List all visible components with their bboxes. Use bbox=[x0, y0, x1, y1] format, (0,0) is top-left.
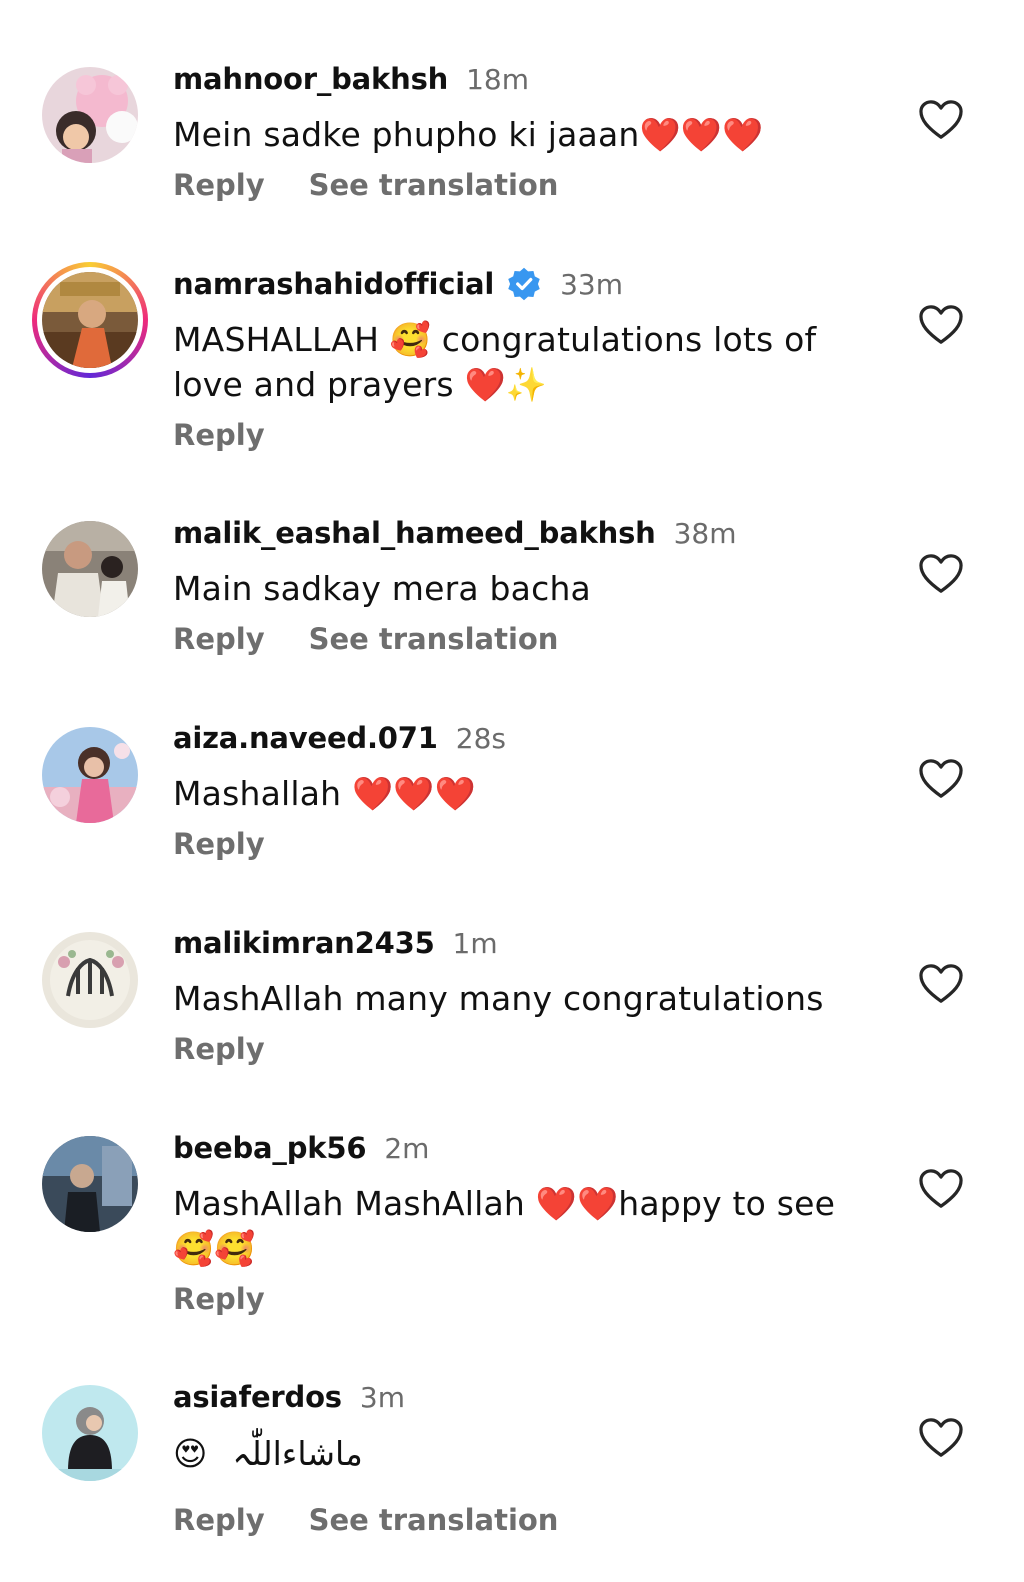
comment-actions: Reply bbox=[173, 827, 309, 861]
username[interactable]: asiaferdos bbox=[173, 1380, 342, 1414]
reply-button[interactable]: Reply bbox=[173, 622, 265, 656]
heart-outline-icon[interactable] bbox=[918, 963, 964, 1005]
verified-badge-icon bbox=[506, 266, 542, 302]
comment-actions: Reply See translation bbox=[173, 168, 558, 202]
comment-actions: Reply bbox=[173, 418, 309, 452]
timestamp: 38m bbox=[673, 516, 737, 550]
comment-actions: Reply bbox=[173, 1032, 309, 1066]
username[interactable]: aiza.naveed.071 bbox=[173, 721, 438, 755]
heart-outline-icon[interactable] bbox=[918, 553, 964, 595]
comment-meta: malikimran2435 1m bbox=[173, 923, 498, 963]
username[interactable]: beeba_pk56 bbox=[173, 1131, 367, 1165]
avatar-image bbox=[42, 272, 138, 368]
username[interactable]: malikimran2435 bbox=[173, 926, 435, 960]
reply-button[interactable]: Reply bbox=[173, 1032, 265, 1066]
timestamp: 1m bbox=[452, 926, 498, 960]
avatar[interactable] bbox=[42, 521, 138, 617]
comment-text: 😍 ماشاءاللّٰہ bbox=[173, 1431, 873, 1476]
comment-meta: aiza.naveed.071 28s bbox=[173, 718, 506, 758]
comment-actions: Reply See translation bbox=[173, 622, 558, 656]
timestamp: 2m bbox=[384, 1131, 430, 1165]
comment-meta: asiaferdos 3m bbox=[173, 1377, 405, 1417]
reply-button[interactable]: Reply bbox=[173, 418, 265, 452]
comment-text: MASHALLAH 🥰 congratulations lots of love… bbox=[173, 320, 817, 404]
heart-eyes-emoji: 😍 bbox=[173, 1434, 208, 1473]
avatar[interactable] bbox=[42, 1385, 138, 1481]
comment-actions: Reply bbox=[173, 1282, 309, 1316]
comment-meta: malik_eashal_hameed_bakhsh 38m bbox=[173, 513, 737, 553]
username[interactable]: mahnoor_bakhsh bbox=[173, 62, 448, 96]
see-translation-button[interactable]: See translation bbox=[309, 1503, 559, 1537]
timestamp: 33m bbox=[560, 267, 623, 301]
comment-actions: Reply See translation bbox=[173, 1503, 558, 1537]
comment-meta: mahnoor_bakhsh 18m bbox=[173, 59, 529, 99]
heart-outline-icon[interactable] bbox=[918, 1417, 964, 1459]
comment-text: MashAllah MashAllah ❤️❤️happy to see 🥰🥰 bbox=[173, 1184, 836, 1268]
comment-text: Main sadkay mera bacha bbox=[173, 569, 591, 608]
heart-outline-icon[interactable] bbox=[918, 1168, 964, 1210]
comment-text: Mein sadke phupho ki jaaan❤️❤️❤️ bbox=[173, 115, 764, 154]
timestamp: 18m bbox=[466, 62, 529, 96]
timestamp: 3m bbox=[359, 1380, 405, 1414]
arabic-text: ماشاءاللّٰہ bbox=[232, 1434, 363, 1473]
heart-outline-icon[interactable] bbox=[918, 758, 964, 800]
reply-button[interactable]: Reply bbox=[173, 1503, 265, 1537]
reply-button[interactable]: Reply bbox=[173, 827, 265, 861]
reply-button[interactable]: Reply bbox=[173, 168, 265, 202]
avatar[interactable] bbox=[32, 262, 148, 378]
comment-meta: namrashahidofficial 33m bbox=[173, 264, 623, 304]
comment-text: MashAllah many many congratulations bbox=[173, 979, 824, 1018]
comment-meta: beeba_pk56 2m bbox=[173, 1128, 429, 1168]
username[interactable]: malik_eashal_hameed_bakhsh bbox=[173, 516, 656, 550]
heart-outline-icon[interactable] bbox=[918, 99, 964, 141]
avatar[interactable] bbox=[42, 727, 138, 823]
see-translation-button[interactable]: See translation bbox=[309, 622, 559, 656]
avatar[interactable] bbox=[42, 67, 138, 163]
timestamp: 28s bbox=[455, 721, 506, 755]
avatar[interactable] bbox=[42, 932, 138, 1028]
comment-text: Mashallah ❤️❤️❤️ bbox=[173, 774, 476, 813]
reply-button[interactable]: Reply bbox=[173, 1282, 265, 1316]
avatar[interactable] bbox=[42, 1136, 138, 1232]
username[interactable]: namrashahidofficial bbox=[173, 267, 494, 301]
see-translation-button[interactable]: See translation bbox=[309, 168, 559, 202]
heart-outline-icon[interactable] bbox=[918, 304, 964, 346]
